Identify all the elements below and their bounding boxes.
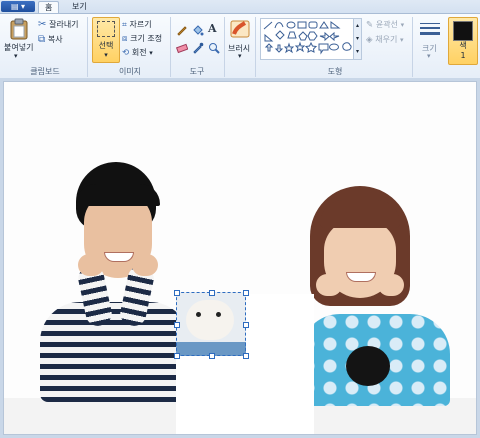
brushes-button[interactable]: [230, 18, 250, 40]
crop-icon: ⌗: [122, 20, 127, 30]
cut-label: 잘라내기: [49, 20, 79, 29]
magnifier-icon: [209, 43, 220, 54]
resize-icon: ⧈: [122, 34, 128, 44]
rotate-dropdown-icon: ▾: [149, 49, 153, 57]
size-button[interactable]: [419, 21, 441, 39]
cut-button[interactable]: ✂ 잘라내기: [38, 19, 79, 30]
select-dropdown-icon: ▾: [104, 51, 108, 59]
tools-group-label: 도구: [189, 67, 205, 76]
brush-icon: [230, 20, 250, 38]
girl-hand-left: [316, 274, 342, 296]
outline-icon: ✎: [366, 20, 374, 30]
selection-outline[interactable]: [176, 292, 246, 356]
tab-view[interactable]: 보기: [66, 1, 93, 13]
girl-bangs: [320, 200, 400, 228]
selection-handle-bottom-right[interactable]: [243, 353, 249, 359]
shapes-group-label: 도형: [327, 67, 343, 76]
divider: [255, 17, 256, 77]
boy-hand-left: [78, 254, 104, 276]
paste-label[interactable]: 붙여넣기: [4, 42, 33, 53]
divider: [170, 17, 171, 77]
shapes-scroll[interactable]: ▴ ▾ ▾: [353, 18, 362, 60]
resize-label: 크기 조정: [130, 34, 163, 43]
selection-handle-bottom-left[interactable]: [174, 353, 180, 359]
photo-girl: [290, 186, 450, 406]
photo-boy: [40, 162, 190, 402]
copy-button[interactable]: ⧉ 복사: [38, 34, 63, 45]
girl-hand-right: [378, 274, 404, 296]
selection-handle-left[interactable]: [174, 322, 180, 328]
fill-icon: ◈: [366, 35, 373, 45]
copy-label: 복사: [47, 35, 63, 44]
line-size-icon: [420, 23, 440, 35]
paste-dropdown-icon[interactable]: ▾: [14, 52, 18, 60]
fill-dropdown-icon: ▾: [400, 36, 404, 44]
scissors-icon: ✂: [38, 19, 47, 30]
selection-handle-top-left[interactable]: [174, 290, 180, 296]
girl-shirt-print: [346, 346, 390, 386]
brushes-dropdown-icon[interactable]: ▾: [238, 52, 242, 60]
color1-button[interactable]: 색 1: [448, 17, 478, 65]
copy-icon: ⧉: [38, 34, 46, 45]
magnifier-tool[interactable]: [208, 42, 220, 54]
crop-label: 자르기: [129, 20, 152, 29]
rotate-button[interactable]: ⟲ 회전 ▾: [122, 47, 153, 58]
select-label: 선택: [98, 41, 114, 50]
fill-label: 채우기: [375, 35, 398, 44]
app-menu-button[interactable]: ▤ ▾: [1, 1, 35, 12]
eraser-tool[interactable]: [175, 42, 189, 54]
rotate-icon: ⟲: [122, 48, 130, 58]
outline-button[interactable]: ✎ 윤곽선 ▾: [366, 19, 404, 30]
boy-shirt: [40, 302, 190, 402]
color-picker-tool[interactable]: [192, 42, 204, 54]
color1-label: 색 1: [459, 41, 467, 60]
selection-handle-top[interactable]: [209, 290, 215, 296]
outline-dropdown-icon: ▾: [400, 21, 405, 29]
image-group-label: 이미지: [118, 67, 142, 76]
eyedropper-icon: [193, 42, 204, 54]
divider: [87, 17, 88, 77]
fill-tool[interactable]: [192, 24, 204, 36]
pencil-icon: [177, 26, 187, 36]
shapes-icon-grid: [263, 21, 352, 55]
shapes-gallery[interactable]: [260, 18, 354, 60]
divider: [224, 17, 225, 77]
color1-swatch: [453, 21, 473, 41]
paint-bucket-icon: [193, 25, 204, 36]
paste-icon: [10, 18, 28, 40]
divider: [412, 17, 413, 77]
eraser-icon: [175, 43, 189, 54]
selection-handle-bottom[interactable]: [209, 353, 215, 359]
pencil-tool[interactable]: [176, 24, 188, 36]
boy-hair-fringe: [76, 184, 160, 206]
size-dropdown-icon[interactable]: ▾: [427, 52, 431, 60]
boy-hand-right: [132, 254, 158, 276]
fill-button[interactable]: ◈ 채우기 ▾: [366, 34, 404, 45]
select-button[interactable]: 선택 ▾: [92, 17, 120, 63]
rotate-label: 회전: [131, 48, 147, 57]
resize-button[interactable]: ⧈ 크기 조정: [122, 33, 162, 44]
selection-handle-top-right[interactable]: [243, 290, 249, 296]
outline-label: 윤곽선: [375, 20, 398, 29]
text-tool-icon[interactable]: A: [208, 22, 217, 35]
drawing-canvas[interactable]: [4, 82, 476, 434]
paste-button[interactable]: [8, 18, 30, 40]
clipboard-group-label: 클립보드: [30, 67, 60, 76]
crop-button[interactable]: ⌗ 자르기: [122, 19, 152, 30]
selection-handle-right[interactable]: [243, 322, 249, 328]
select-rectangle-icon: [97, 21, 115, 37]
